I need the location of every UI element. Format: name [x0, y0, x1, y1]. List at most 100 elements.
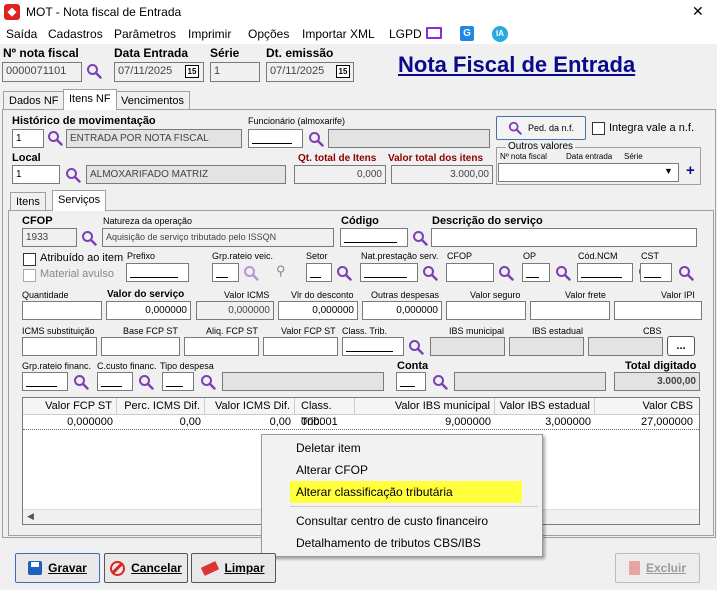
col-valor-icms-dif[interactable]: Valor ICMS Dif. [205, 398, 295, 414]
col-valor-fcp[interactable]: Valor FCP ST [23, 398, 117, 414]
grp-rateio-veic-input[interactable] [212, 263, 239, 282]
custo-fin-search-icon[interactable] [138, 374, 154, 390]
total-digitado-value: 3.000,00 [614, 372, 700, 391]
descricao-label: Descrição do serviço [432, 215, 543, 227]
emissao-calendar-icon[interactable]: 15 [336, 65, 350, 78]
op-search-icon[interactable] [555, 265, 571, 281]
base-fcp-input[interactable] [101, 337, 180, 356]
codigo-search-icon[interactable] [412, 230, 428, 246]
col-cbs[interactable]: Valor CBS [595, 398, 699, 414]
entrada-calendar-icon[interactable]: 15 [185, 65, 199, 78]
menu-imprimir[interactable]: Imprimir [188, 27, 231, 41]
cst-input[interactable] [640, 263, 672, 282]
menu-parametros[interactable]: Parâmetros [114, 27, 176, 41]
col-perc-icms[interactable]: Perc. ICMS Dif. [117, 398, 205, 414]
aliq-fcp-input[interactable] [184, 337, 259, 356]
add-icon[interactable]: + [686, 162, 695, 179]
cfop-search-icon[interactable] [81, 230, 97, 246]
binoculars-icon[interactable]: ⚲ [276, 263, 286, 279]
cell-perc-icms: 0,00 [179, 416, 201, 428]
menu-deletar-item[interactable]: Deletar item [262, 437, 542, 459]
tab-vencimentos[interactable]: Vencimentos [115, 91, 190, 110]
col-ibs-est[interactable]: Valor IBS estadual [495, 398, 595, 414]
integra-checkbox[interactable] [592, 122, 605, 135]
ia-icon[interactable]: IA [492, 26, 508, 42]
material-checkbox[interactable] [23, 269, 36, 282]
grp-rateio-fin-input[interactable] [22, 372, 68, 391]
conta-input[interactable] [396, 372, 426, 391]
cfop-input[interactable]: 1933 [22, 228, 77, 247]
outras-input[interactable]: 0,000000 [362, 301, 442, 320]
serie-input[interactable]: 1 [210, 62, 260, 82]
ped-nf-button[interactable]: Ped. da n.f. [496, 116, 586, 140]
frete-input[interactable] [530, 301, 610, 320]
local-search-icon[interactable] [65, 167, 81, 183]
menu-importar-xml[interactable]: Importar XML [302, 27, 375, 41]
cst-search-icon[interactable] [678, 265, 694, 281]
class-trib-input[interactable] [342, 337, 404, 356]
setor-search-icon[interactable] [336, 265, 352, 281]
menu-consultar-centro-custo[interactable]: Consultar centro de custo financeiro [262, 510, 542, 532]
tipo-despesa-input[interactable] [162, 372, 194, 391]
valor-servico-input[interactable]: 0,000000 [106, 301, 191, 320]
scroll-left-icon[interactable]: ◀ [27, 511, 34, 522]
descricao-input[interactable] [431, 228, 697, 247]
col-class-trib[interactable]: Class. Trib. [295, 398, 355, 428]
outros-valores-dropdown[interactable] [498, 163, 679, 182]
grp-rateio-veic-search-icon[interactable] [243, 265, 259, 281]
limpar-button[interactable]: Limpar [191, 553, 276, 583]
menu-opcoes[interactable]: Opções [248, 27, 289, 41]
funcionario-input[interactable] [248, 129, 303, 148]
valor-fcp-input[interactable] [263, 337, 338, 356]
op-input[interactable] [522, 263, 550, 282]
historico-search-icon[interactable] [47, 130, 63, 146]
menu-alterar-cfop[interactable]: Alterar CFOP [262, 459, 542, 481]
g-app-icon[interactable]: G [460, 26, 474, 41]
cbs-details-button[interactable]: ... [667, 336, 695, 356]
grp-rateio-fin-search-icon[interactable] [73, 374, 89, 390]
gravar-button[interactable]: Gravar [15, 553, 100, 583]
ncm-input[interactable] [577, 263, 633, 282]
historico-code-input[interactable]: 1 [12, 129, 44, 148]
desconto-input[interactable]: 0,000000 [278, 301, 358, 320]
monitor-icon[interactable] [426, 27, 442, 39]
aliq-fcp-label: Aliq. FCP ST [206, 326, 258, 336]
excluir-button[interactable]: Excluir [615, 553, 700, 583]
dropdown-arrow-icon[interactable]: ▼ [664, 166, 673, 176]
nota-search-icon[interactable] [86, 63, 102, 79]
ipi-label: Valor IPI [661, 290, 695, 300]
funcionario-search-icon[interactable] [308, 131, 324, 147]
subtab-servicos[interactable]: Serviços [52, 190, 107, 211]
cfop2-search-icon[interactable] [498, 265, 514, 281]
menu-cadastros[interactable]: Cadastros [48, 27, 103, 41]
atribuido-checkbox[interactable] [23, 253, 36, 266]
tipo-despesa-search-icon[interactable] [200, 374, 216, 390]
local-code-input[interactable]: 1 [12, 165, 60, 184]
menu-lgpd[interactable]: LGPD [389, 27, 422, 41]
class-trib-search-icon[interactable] [408, 339, 424, 355]
tab-dados-nf[interactable]: Dados NF [3, 91, 65, 110]
nat-prest-search-icon[interactable] [422, 265, 438, 281]
icms-subst-input[interactable] [22, 337, 97, 356]
menu-detalhamento-tributos[interactable]: Detalhamento de tributos CBS/IBS [262, 532, 542, 554]
close-icon[interactable]: ✕ [692, 3, 704, 20]
codigo-input[interactable] [340, 228, 408, 247]
prefixo-input[interactable] [126, 263, 189, 282]
funcionario-label: Funcionário (almoxarife) [248, 116, 346, 126]
setor-input[interactable] [306, 263, 332, 282]
tab-itens-nf[interactable]: Itens NF [63, 89, 117, 110]
col-ibs-mun[interactable]: Valor IBS municipal [355, 398, 495, 414]
custo-fin-input[interactable] [97, 372, 133, 391]
menu-saida[interactable]: Saída [6, 27, 37, 41]
cancelar-button[interactable]: Cancelar [104, 553, 188, 583]
cfop2-input[interactable] [446, 263, 494, 282]
ipi-input[interactable] [614, 301, 702, 320]
conta-search-icon[interactable] [432, 374, 448, 390]
table-row[interactable]: 0,000000 0,00 0,00 000001 9,000000 3,000… [23, 416, 699, 430]
seguro-input[interactable] [446, 301, 526, 320]
nota-input[interactable]: 0000071101 [2, 62, 82, 82]
menu-alterar-classificacao[interactable]: Alterar classificação tributária [290, 481, 522, 503]
subtab-itens[interactable]: Itens [10, 192, 46, 211]
quantidade-input[interactable] [22, 301, 102, 320]
nat-prest-input[interactable] [360, 263, 418, 282]
